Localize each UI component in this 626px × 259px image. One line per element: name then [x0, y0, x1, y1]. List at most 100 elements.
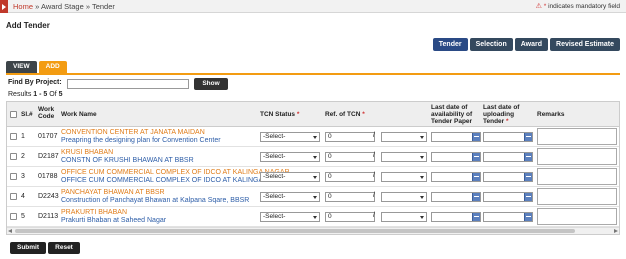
- remarks-textarea[interactable]: [537, 188, 617, 205]
- table-row: 5 D2113 PRAKURTI BHABAN Prakurti Bhaban …: [7, 207, 619, 227]
- ref-separator: /: [373, 192, 375, 199]
- ref-tcn-input[interactable]: 0: [325, 132, 375, 142]
- scroll-right-icon[interactable]: [614, 229, 618, 233]
- tab-revised-estimate[interactable]: Revised Estimate: [550, 38, 620, 51]
- tcn-status-select[interactable]: -Select-: [260, 152, 320, 162]
- add-tab[interactable]: ADD: [38, 61, 67, 73]
- remarks-textarea[interactable]: [537, 168, 617, 185]
- upload-date-input[interactable]: [483, 152, 533, 162]
- calendar-icon[interactable]: [472, 213, 480, 221]
- ref-year-select[interactable]: [381, 132, 427, 142]
- availability-date-input[interactable]: [431, 132, 481, 142]
- tab-underline: [6, 73, 620, 75]
- calendar-icon[interactable]: [524, 133, 532, 141]
- upload-date-input[interactable]: [483, 172, 533, 182]
- submit-button[interactable]: Submit: [10, 242, 46, 254]
- results-count: Results 1 - 5 Of 5: [8, 91, 63, 98]
- ref-tcn-input[interactable]: 0: [325, 212, 375, 222]
- tcn-status-select[interactable]: -Select-: [260, 172, 320, 182]
- upload-date-input[interactable]: [483, 192, 533, 202]
- required-star: *: [506, 118, 509, 125]
- col-work-code: Work Code: [38, 106, 55, 120]
- horizontal-scrollbar[interactable]: [7, 227, 619, 234]
- table-header: Sl.# Work Code Work Name TCN Status * Re…: [7, 102, 619, 127]
- ref-tcn-input[interactable]: 0: [325, 172, 375, 182]
- ref-year-select[interactable]: [381, 172, 427, 182]
- upload-date-input[interactable]: [483, 132, 533, 142]
- breadcrumb-current: Tender: [91, 2, 115, 11]
- row-work-code: 01788: [38, 173, 58, 180]
- ref-tcn-input[interactable]: 0: [325, 152, 375, 162]
- remarks-textarea[interactable]: [537, 148, 617, 165]
- upload-date-input[interactable]: [483, 212, 533, 222]
- ref-separator: /: [373, 212, 375, 219]
- row-work-title-link[interactable]: CONVENTION CENTER AT JANATA MAIDAN: [61, 129, 205, 136]
- col-ref-of-tcn: Ref. of TCN *: [325, 111, 365, 118]
- tab-award[interactable]: Award: [514, 38, 549, 51]
- scroll-thumb[interactable]: [15, 229, 575, 233]
- select-all-checkbox[interactable]: [10, 111, 17, 118]
- results-range: 1 - 5: [33, 91, 48, 98]
- required-star: *: [296, 111, 300, 118]
- row-work-description: Preapring the designing plan for Convent…: [61, 137, 221, 144]
- required-star: *: [362, 111, 365, 118]
- row-checkbox[interactable]: [10, 193, 17, 200]
- availability-date-input[interactable]: [431, 192, 481, 202]
- ref-year-select[interactable]: [381, 192, 427, 202]
- tcn-status-select[interactable]: -Select-: [260, 132, 320, 142]
- ref-year-select[interactable]: [381, 152, 427, 162]
- top-tabs: Tender Selection Award Revised Estimate: [432, 38, 620, 51]
- col-tcn-status-label: TCN Status: [260, 111, 296, 118]
- remarks-textarea[interactable]: [537, 208, 617, 225]
- availability-date-input[interactable]: [431, 172, 481, 182]
- row-work-title-link[interactable]: PRAKURTI BHABAN: [61, 209, 127, 216]
- sidebar-toggle[interactable]: [0, 0, 8, 13]
- breadcrumb-award-stage[interactable]: Award Stage: [41, 2, 84, 11]
- calendar-icon[interactable]: [524, 193, 532, 201]
- row-checkbox[interactable]: [10, 173, 17, 180]
- row-work-description: Construction of Panchayat Bhawan at Kalp…: [61, 197, 250, 204]
- ref-tcn-input[interactable]: 0: [325, 192, 375, 202]
- col-ref-of-tcn-label: Ref. of TCN: [325, 111, 361, 118]
- tender-table: Sl.# Work Code Work Name TCN Status * Re…: [6, 101, 620, 235]
- tcn-status-select[interactable]: -Select-: [260, 212, 320, 222]
- col-upload-date-label: Last date of uploading Tender: [483, 104, 520, 125]
- col-sl: Sl.#: [21, 111, 33, 118]
- calendar-icon[interactable]: [472, 153, 480, 161]
- col-remarks: Remarks: [537, 111, 565, 118]
- row-work-description: CONSTN OF KRUSHI BHAWAN AT BBSR: [61, 157, 194, 164]
- row-work-title-link[interactable]: KRUSI BHABAN: [61, 149, 113, 156]
- view-tab[interactable]: VIEW: [6, 61, 37, 73]
- breadcrumb-home-link[interactable]: Home: [13, 2, 33, 11]
- row-work-title-link[interactable]: OFFICE CUM COMMERCIAL COMPLEX OF IDCO AT…: [61, 169, 290, 176]
- calendar-icon[interactable]: [472, 193, 480, 201]
- row-checkbox[interactable]: [10, 213, 17, 220]
- tab-selection[interactable]: Selection: [469, 38, 513, 51]
- remarks-textarea[interactable]: [537, 128, 617, 145]
- mode-tabs: VIEW ADD: [6, 61, 67, 73]
- row-work-title-link[interactable]: PANCHAYAT BHAWAN AT BBSR: [61, 189, 165, 196]
- availability-date-input[interactable]: [431, 152, 481, 162]
- row-work-code: 01707: [38, 133, 58, 140]
- reset-button[interactable]: Reset: [48, 242, 80, 254]
- row-work-description: Prakurti Bhaban at Saheed Nagar: [61, 217, 167, 224]
- row-checkbox[interactable]: [10, 153, 17, 160]
- results-prefix: Results: [8, 91, 34, 98]
- find-by-project-input[interactable]: [67, 79, 189, 89]
- ref-separator: /: [373, 152, 375, 159]
- ref-separator: /: [373, 172, 375, 179]
- scroll-left-icon[interactable]: [8, 229, 12, 233]
- calendar-icon[interactable]: [524, 213, 532, 221]
- calendar-icon[interactable]: [472, 173, 480, 181]
- row-checkbox[interactable]: [10, 133, 17, 140]
- tcn-status-select[interactable]: -Select-: [260, 192, 320, 202]
- show-button[interactable]: Show: [194, 78, 228, 90]
- tab-tender[interactable]: Tender: [432, 38, 468, 51]
- calendar-icon[interactable]: [524, 153, 532, 161]
- mandatory-note: ⚠ * indicates mandatory field: [536, 2, 620, 10]
- results-total: 5: [58, 91, 63, 98]
- availability-date-input[interactable]: [431, 212, 481, 222]
- calendar-icon[interactable]: [472, 133, 480, 141]
- ref-year-select[interactable]: [381, 212, 427, 222]
- calendar-icon[interactable]: [524, 173, 532, 181]
